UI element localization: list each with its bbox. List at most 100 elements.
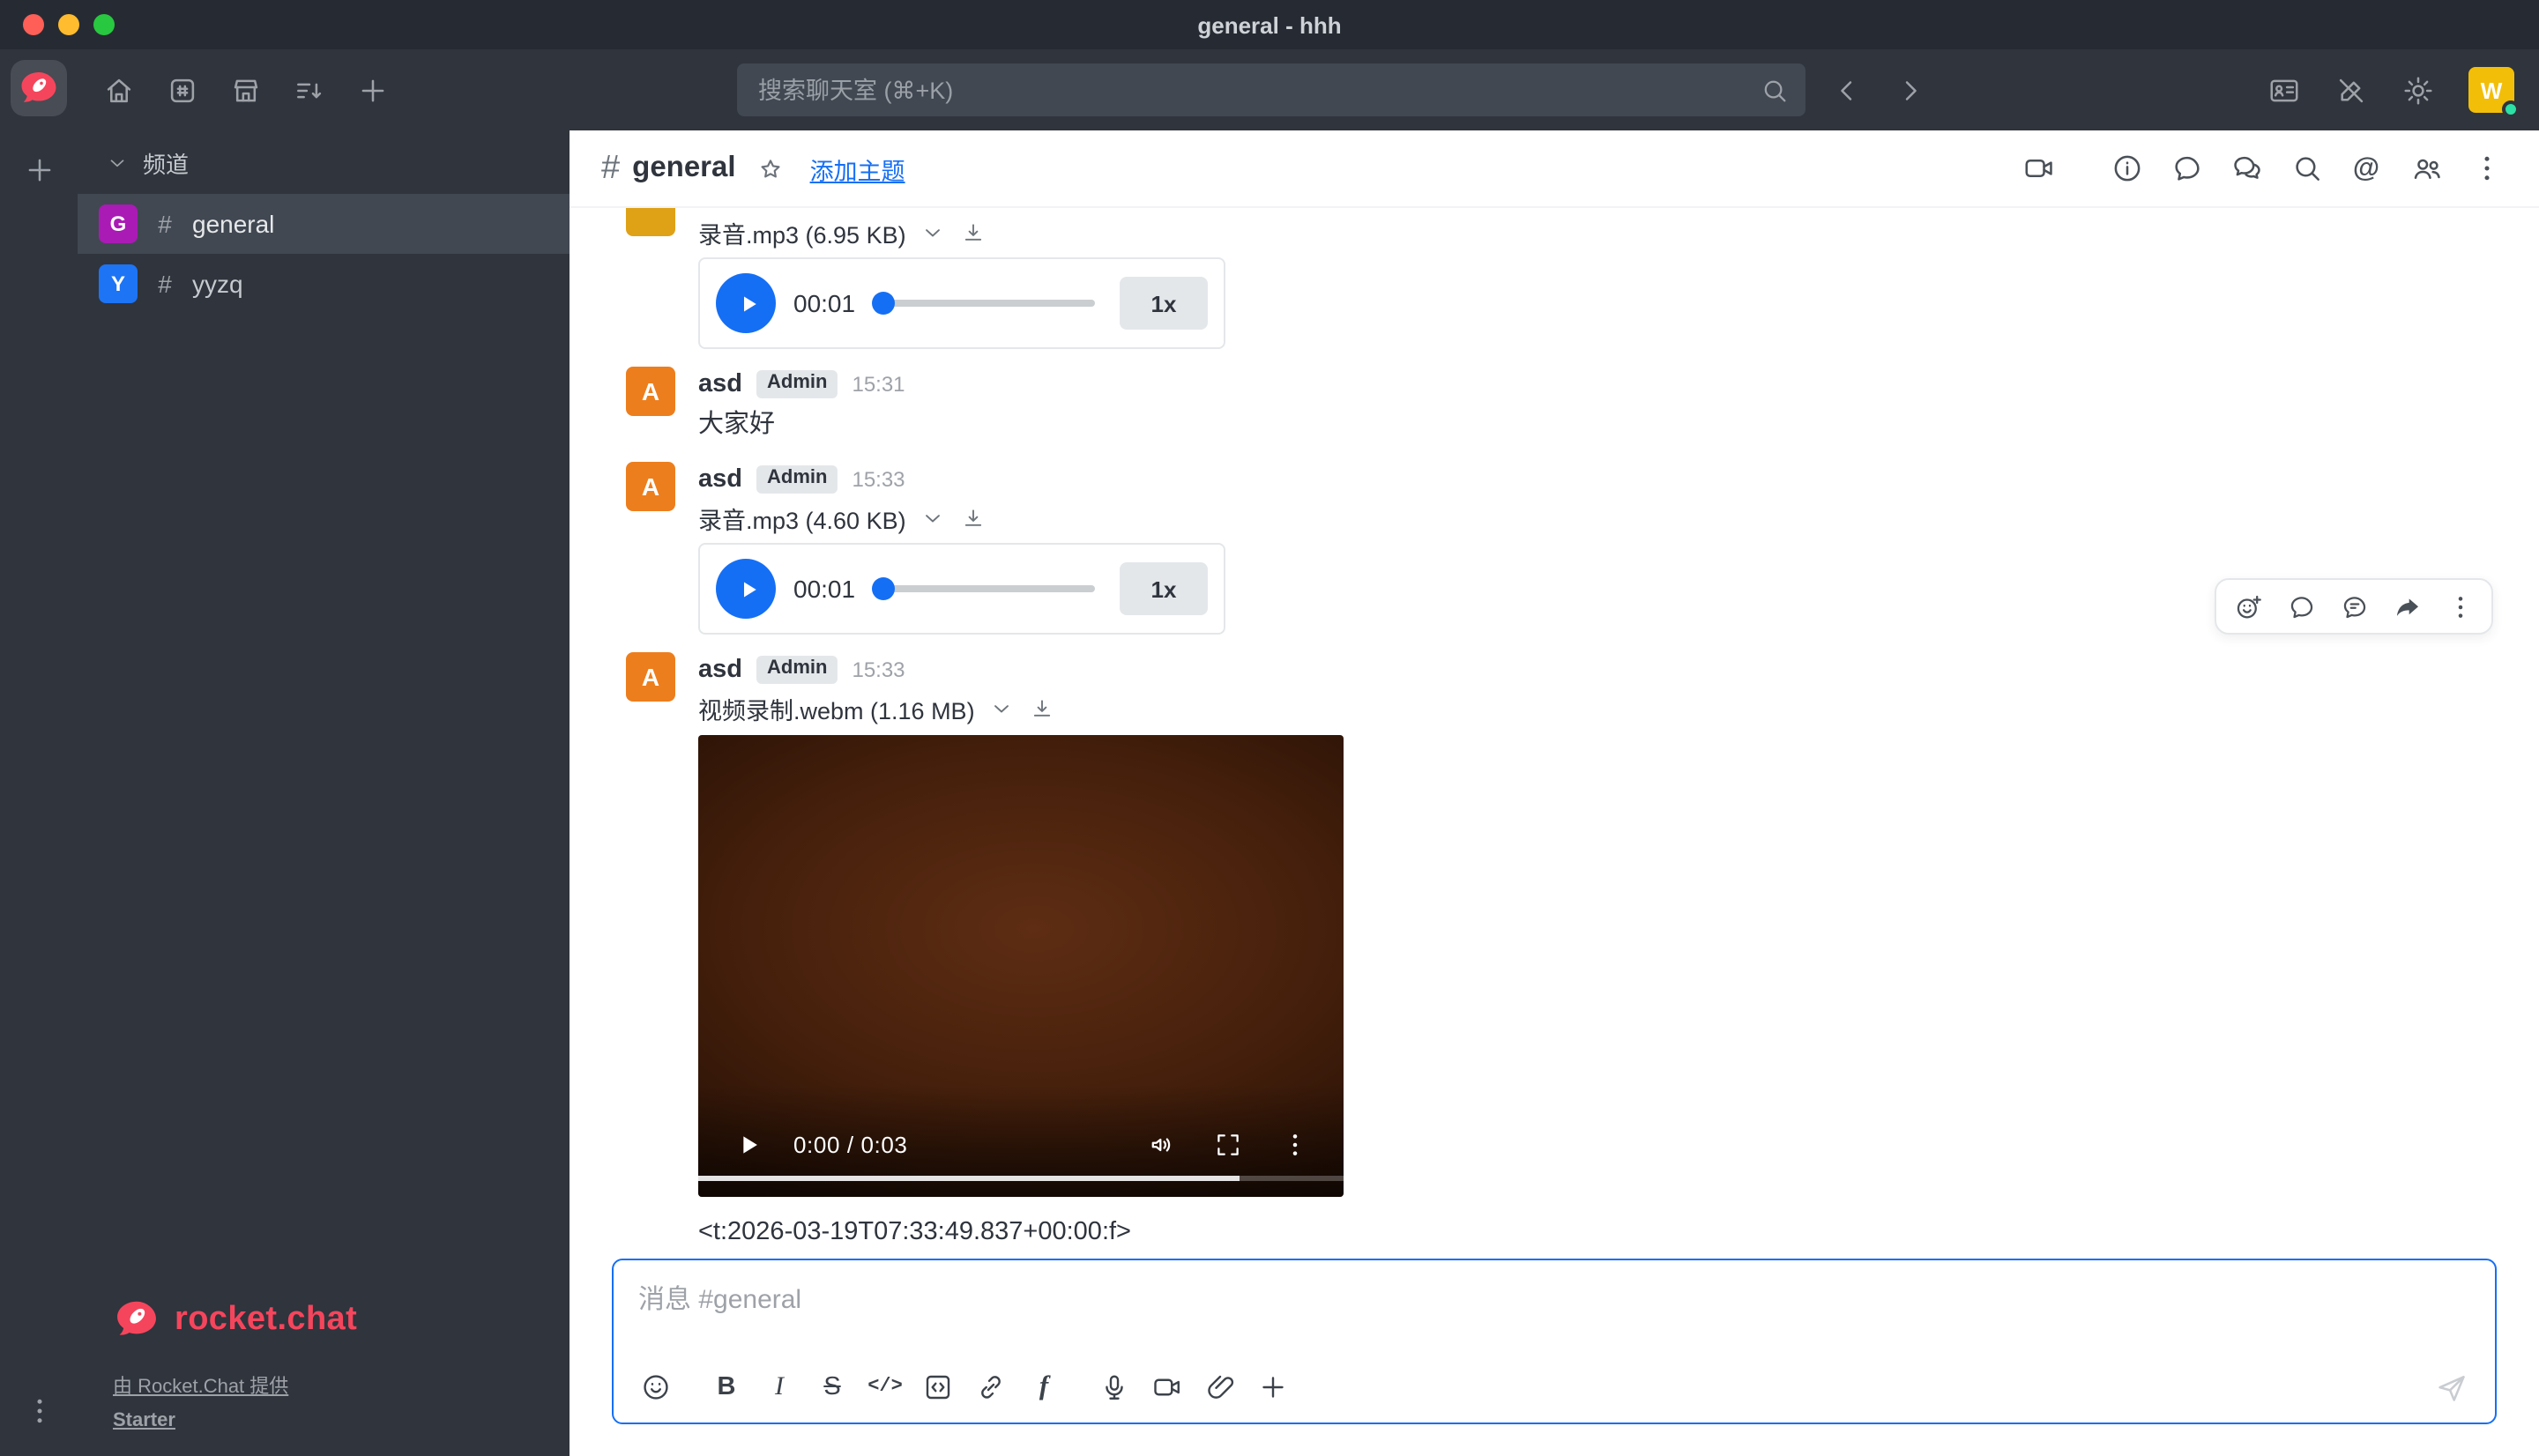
discussions-button[interactable] [2218, 140, 2275, 197]
italic-button[interactable]: I [753, 1363, 806, 1412]
composer-more-button[interactable] [1247, 1363, 1299, 1412]
plus-icon [22, 152, 56, 186]
video-volume-button[interactable] [1139, 1123, 1181, 1165]
close-window-button[interactable] [23, 14, 44, 35]
emoji-picker-button[interactable] [629, 1363, 682, 1412]
message: A asd Admin 15:33 视频录制.webm (1.16 MB) [570, 652, 2539, 1252]
video-player[interactable]: 0:00 / 0:03 [698, 735, 1344, 1197]
chat-main: # general 添加主题 @ [570, 130, 2539, 1456]
members-button[interactable] [2398, 140, 2454, 197]
quote-button[interactable] [2329, 583, 2379, 629]
attachment-download-button[interactable] [959, 504, 987, 532]
audio-play-button[interactable] [716, 559, 776, 619]
search-messages-button[interactable] [2278, 140, 2334, 197]
code-block-button[interactable] [912, 1363, 964, 1412]
add-reaction-button[interactable] [2223, 583, 2273, 629]
marketplace-button[interactable] [215, 62, 275, 118]
message-header: asd Admin 15:33 [698, 652, 2497, 687]
minimize-window-button[interactable] [58, 14, 79, 35]
message-header: asd Admin 15:33 [698, 462, 2497, 497]
attachment-download-button[interactable] [1028, 695, 1056, 723]
threads-button[interactable] [2158, 140, 2215, 197]
plan-link[interactable]: Starter [113, 1410, 541, 1431]
kebab-menu-button[interactable] [2458, 140, 2514, 197]
message-input[interactable] [614, 1260, 2495, 1352]
add-topic-link[interactable]: 添加主题 [810, 151, 905, 186]
avatar[interactable]: A [626, 367, 675, 416]
video-call-button[interactable] [2010, 140, 2066, 197]
strikethrough-button[interactable]: S [806, 1363, 859, 1412]
attachment-collapse-button[interactable] [919, 219, 947, 247]
audio-seek-knob[interactable] [873, 292, 896, 315]
create-new-button[interactable] [342, 62, 402, 118]
video-fullscreen-button[interactable] [1206, 1123, 1248, 1165]
directory-button[interactable] [2253, 62, 2313, 118]
avatar[interactable]: A [626, 652, 675, 702]
video-progress-bar[interactable] [698, 1176, 1344, 1181]
search-input[interactable] [737, 77, 1806, 103]
inline-code-button[interactable]: </> [859, 1363, 912, 1412]
plus-icon [355, 73, 389, 107]
forward-message-button[interactable] [2382, 583, 2431, 629]
navigate-back-button[interactable] [1823, 62, 1869, 118]
playback-rate-button[interactable]: 1x [1120, 562, 1208, 615]
video-camera-icon [1151, 1371, 1183, 1403]
message-text: <t:2026-03-19T07:33:49.837+00:00:f> [698, 1215, 2497, 1252]
audio-record-button[interactable] [1088, 1363, 1141, 1412]
search-box [737, 63, 1806, 116]
message-username[interactable]: asd [698, 656, 742, 684]
rail-menu-button[interactable] [11, 1382, 67, 1438]
attachment-collapse-button[interactable] [987, 695, 1016, 723]
message-username[interactable]: asd [698, 465, 742, 494]
home-button[interactable] [88, 62, 148, 118]
zoom-window-button[interactable] [93, 14, 115, 35]
channel-avatar: Y [99, 264, 138, 303]
attachment-filename[interactable]: 视频录制.webm (1.16 MB) [698, 691, 975, 726]
audio-play-button[interactable] [716, 273, 776, 333]
workspace-server-button[interactable] [11, 60, 67, 116]
message-username[interactable]: asd [698, 370, 742, 398]
provided-by-link[interactable]: 由 Rocket.Chat 提供 [113, 1371, 541, 1400]
window-controls [23, 0, 115, 49]
attachment-collapse-button[interactable] [919, 504, 947, 532]
attach-file-button[interactable] [1194, 1363, 1247, 1412]
playback-rate-button[interactable]: 1x [1120, 277, 1208, 330]
compose-disabled-button[interactable] [2320, 62, 2380, 118]
audio-seek-knob[interactable] [873, 577, 896, 600]
navigate-forward-button[interactable] [1887, 62, 1932, 118]
message-timestamp: 15:33 [852, 657, 905, 682]
attachment-filename[interactable]: 录音.mp3 (4.60 KB) [698, 501, 906, 536]
bold-button[interactable]: B [700, 1363, 753, 1412]
mentions-button[interactable]: @ [2338, 140, 2394, 197]
send-message-button[interactable] [2423, 1363, 2479, 1412]
video-more-button[interactable] [1273, 1123, 1315, 1165]
sidebar-item-general[interactable]: G # general [78, 194, 570, 254]
video-play-button[interactable] [726, 1123, 769, 1165]
link-button[interactable] [964, 1363, 1017, 1412]
channels-button[interactable] [152, 62, 212, 118]
avatar[interactable]: A [626, 462, 675, 511]
brand-wordmark: rocket.chat [175, 1300, 357, 1339]
audio-seek-slider[interactable] [873, 585, 1095, 592]
hash-icon: # [601, 149, 620, 188]
channel-list: G # general Y # yyzq [78, 194, 570, 314]
add-server-button[interactable] [11, 141, 67, 197]
channel-title: general [632, 152, 735, 185]
channel-info-button[interactable] [2098, 140, 2155, 197]
reply-in-thread-button[interactable] [2276, 583, 2326, 629]
channels-section-header[interactable]: 频道 [78, 137, 570, 187]
sort-button[interactable] [279, 62, 339, 118]
video-record-button[interactable] [1141, 1363, 1194, 1412]
formula-button[interactable]: f [1017, 1363, 1070, 1412]
attachment-filename[interactable]: 录音.mp3 (6.95 KB) [698, 215, 906, 250]
favorite-star-button[interactable] [754, 151, 789, 186]
audio-seek-slider[interactable] [873, 300, 1095, 307]
message-more-actions-button[interactable] [2435, 583, 2484, 629]
info-icon [2110, 152, 2143, 185]
user-menu-avatar[interactable]: W [2468, 67, 2514, 113]
attachment-download-button[interactable] [959, 219, 987, 247]
send-plane-icon [2434, 1371, 2468, 1404]
settings-button[interactable] [2387, 62, 2447, 118]
sidebar-item-yyzq[interactable]: Y # yyzq [78, 254, 570, 314]
audio-player: 00:01 1x [698, 543, 1225, 635]
